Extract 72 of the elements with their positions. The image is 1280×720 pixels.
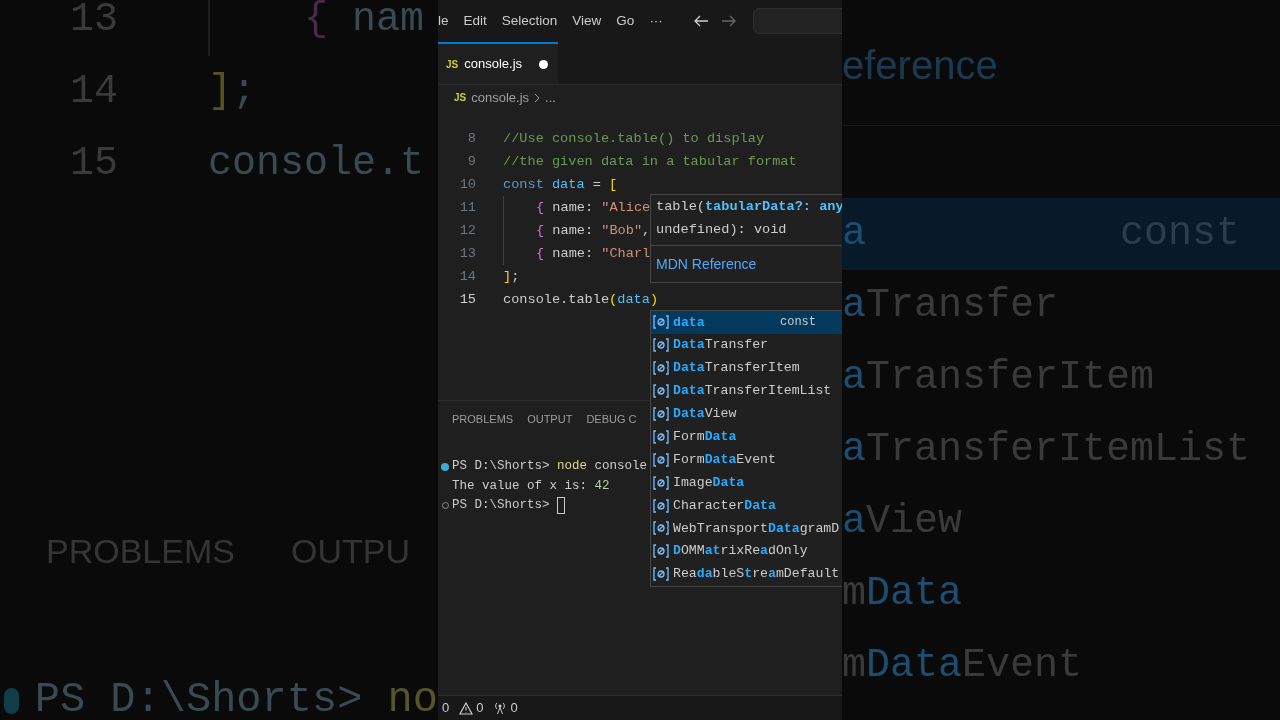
js-file-icon: JS bbox=[454, 90, 467, 105]
suggestion-item[interactable]: ImageData bbox=[651, 471, 842, 495]
suggestion-item[interactable]: FormData bbox=[651, 425, 842, 449]
suggestion-item[interactable]: FormDataEvent bbox=[651, 448, 842, 472]
menu-item[interactable]: Go bbox=[616, 10, 635, 32]
forward-arrow-icon[interactable] bbox=[720, 14, 737, 28]
line-number: 11 bbox=[458, 199, 476, 217]
suggestion-item[interactable]: DataTransferItemList bbox=[651, 379, 842, 403]
menu-item[interactable]: le bbox=[438, 10, 449, 32]
mdn-reference-link[interactable]: MDN Reference bbox=[656, 256, 757, 272]
breadcrumb-item[interactable]: ... bbox=[545, 87, 556, 108]
line-number: 12 bbox=[458, 222, 476, 240]
terminal-line: PS D:\Shorts> no bbox=[34, 675, 438, 720]
variable-icon bbox=[653, 498, 669, 513]
status-item[interactable]: 0 bbox=[442, 698, 450, 718]
variable-icon bbox=[653, 407, 669, 421]
antenna-icon bbox=[493, 701, 508, 715]
menu-item[interactable]: Selection bbox=[501, 10, 558, 32]
line-number: 9 bbox=[466, 153, 476, 171]
suggestion-item[interactable]: DataTransferItem bbox=[651, 356, 842, 380]
code-line: { name: "Charl bbox=[536, 245, 651, 263]
variable-icon bbox=[653, 475, 669, 490]
code-line: console.table(data) bbox=[503, 291, 659, 309]
chevron-right-icon bbox=[534, 92, 541, 103]
editor-tab[interactable]: JS console.js bbox=[438, 42, 558, 84]
code-line: { nam bbox=[304, 0, 425, 44]
line-number: 14 bbox=[458, 268, 476, 286]
terminal-line: PS D:\Shorts> node console bbox=[452, 458, 648, 475]
panel-tab[interactable]: PROBLEMS bbox=[452, 410, 514, 428]
status-item[interactable]: 0 bbox=[459, 698, 484, 718]
code-line: //the given data in a tabular format bbox=[503, 153, 797, 171]
code-line: //Use console.table() to display bbox=[503, 130, 765, 148]
variable-icon bbox=[653, 521, 669, 536]
suggestion-item[interactable]: CharacterData bbox=[651, 494, 842, 517]
variable-icon bbox=[653, 544, 669, 559]
menu-item[interactable]: View bbox=[572, 10, 602, 32]
breadcrumb-item[interactable]: console.js bbox=[471, 87, 530, 108]
suggestion-item[interactable]: ReadableSt reamDefault bbox=[651, 562, 842, 586]
signature-line: undefined): void bbox=[656, 221, 788, 239]
js-file-icon: JS bbox=[446, 56, 459, 72]
suggestion-item[interactable]: data const bbox=[651, 311, 842, 334]
suggestion-item[interactable]: DataTransfer bbox=[651, 333, 842, 357]
terminal-line: The value of x is: 42 bbox=[452, 477, 610, 495]
warning-icon bbox=[459, 701, 474, 715]
search-field[interactable] bbox=[752, 8, 842, 34]
line-number: 8 bbox=[466, 130, 476, 148]
status-item[interactable]: 0 bbox=[493, 698, 518, 718]
line-number: 13 bbox=[458, 245, 476, 263]
suggestion-item[interactable]: WebTransportDatagramD bbox=[651, 517, 842, 540]
line-number: 10 bbox=[458, 176, 476, 194]
back-arrow-icon[interactable] bbox=[692, 14, 709, 28]
variable-icon bbox=[653, 567, 669, 582]
code-line: ]; bbox=[208, 68, 257, 116]
variable-icon bbox=[653, 361, 669, 376]
variable-icon bbox=[653, 384, 669, 399]
variable-icon bbox=[653, 315, 669, 330]
panel-tab[interactable]: DEBUG C bbox=[586, 410, 637, 428]
variable-icon bbox=[653, 338, 669, 353]
code-line: ]; bbox=[503, 268, 520, 286]
suggestion-item[interactable]: DataView bbox=[651, 402, 842, 426]
panel-tab[interactable]: OUTPUT bbox=[527, 410, 573, 428]
code-line: { name: "Alice bbox=[536, 199, 651, 217]
code-line: { name: "Bob", bbox=[536, 222, 651, 240]
menu-item[interactable]: ··· bbox=[649, 10, 663, 32]
code-line: const data = [ bbox=[503, 176, 618, 194]
variable-icon bbox=[653, 452, 669, 467]
suggestion-item[interactable]: DOMMat rixReadOnly bbox=[651, 539, 842, 563]
line-number: 15 bbox=[458, 291, 476, 309]
terminal-line: PS D:\Shorts> bbox=[452, 497, 551, 514]
code-line: console.t bbox=[208, 140, 425, 188]
variable-icon bbox=[653, 429, 669, 444]
menu-item[interactable]: Edit bbox=[463, 10, 487, 32]
